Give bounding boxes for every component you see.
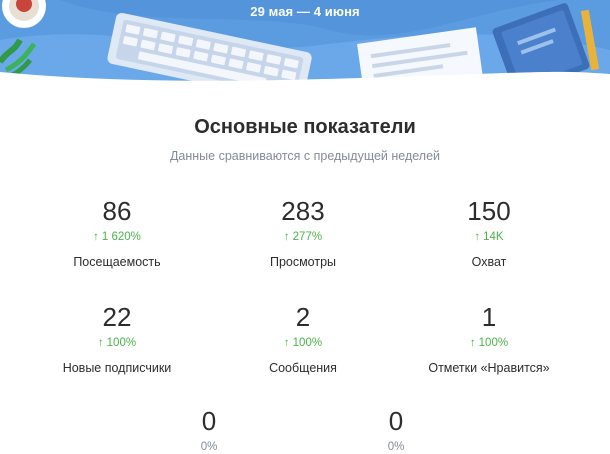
section-subtitle: Данные сравниваются с предыдущей неделей bbox=[169, 149, 441, 163]
metric-value: 283 bbox=[281, 196, 325, 226]
metric-new-subscribers: 22 ↑ 100% Новые подписчики bbox=[27, 302, 207, 376]
section-title: Основные показатели bbox=[194, 116, 416, 138]
metric-value: 1 bbox=[481, 302, 497, 332]
metric-messages: 2 ↑ 100% Сообщения bbox=[213, 302, 393, 376]
metric-label: Отметки «Нравится» bbox=[428, 361, 550, 375]
metric-label: Просмотры bbox=[269, 255, 337, 269]
metric-change-value: 0% bbox=[200, 441, 218, 453]
metric-reach: 150 ↑ 14K Охват bbox=[399, 196, 579, 270]
metric-change-value: 100% bbox=[292, 337, 323, 349]
arrow-up-icon: ↑ bbox=[283, 337, 290, 349]
metric-change-value: 14K bbox=[483, 231, 504, 243]
metric-value: 86 bbox=[102, 196, 132, 226]
metric-likes: 1 ↑ 100% Отметки «Нравится» bbox=[399, 302, 579, 376]
arrow-up-icon: ↑ bbox=[283, 231, 290, 243]
metric-row3-second: 0 0% bbox=[306, 406, 486, 454]
metric-change-value: 0% bbox=[387, 441, 405, 453]
metric-change-value: 100% bbox=[106, 337, 137, 349]
metric-value: 150 bbox=[467, 196, 511, 226]
metric-row3-first: 0 0% bbox=[119, 406, 299, 454]
metric-views: 283 ↑ 277% Просмотры bbox=[213, 196, 393, 270]
arrow-up-icon: ↑ bbox=[474, 231, 481, 243]
date-range-label: 29 мая — 4 июня bbox=[250, 4, 360, 19]
metric-value: 22 bbox=[102, 302, 132, 332]
arrow-up-icon: ↑ bbox=[97, 337, 104, 349]
metric-label: Посещаемость bbox=[73, 255, 161, 269]
metric-value: 2 bbox=[295, 302, 311, 332]
header-banner: 29 мая — 4 июня bbox=[0, 0, 610, 92]
metric-value: 0 bbox=[201, 406, 217, 436]
arrow-up-icon: ↑ bbox=[93, 231, 99, 243]
metric-change-value: 1 620% bbox=[101, 231, 141, 243]
metric-change-value: 100% bbox=[478, 337, 509, 349]
metric-value: 0 bbox=[388, 406, 404, 436]
metric-label: Новые подписчики bbox=[62, 361, 172, 375]
metric-label: Сообщения bbox=[269, 361, 337, 375]
metric-visits: 86 ↑ 1 620% Посещаемость bbox=[27, 196, 207, 270]
metric-label: Охват bbox=[471, 255, 507, 269]
arrow-up-icon: ↑ bbox=[469, 337, 476, 349]
metric-change-value: 277% bbox=[292, 231, 323, 243]
